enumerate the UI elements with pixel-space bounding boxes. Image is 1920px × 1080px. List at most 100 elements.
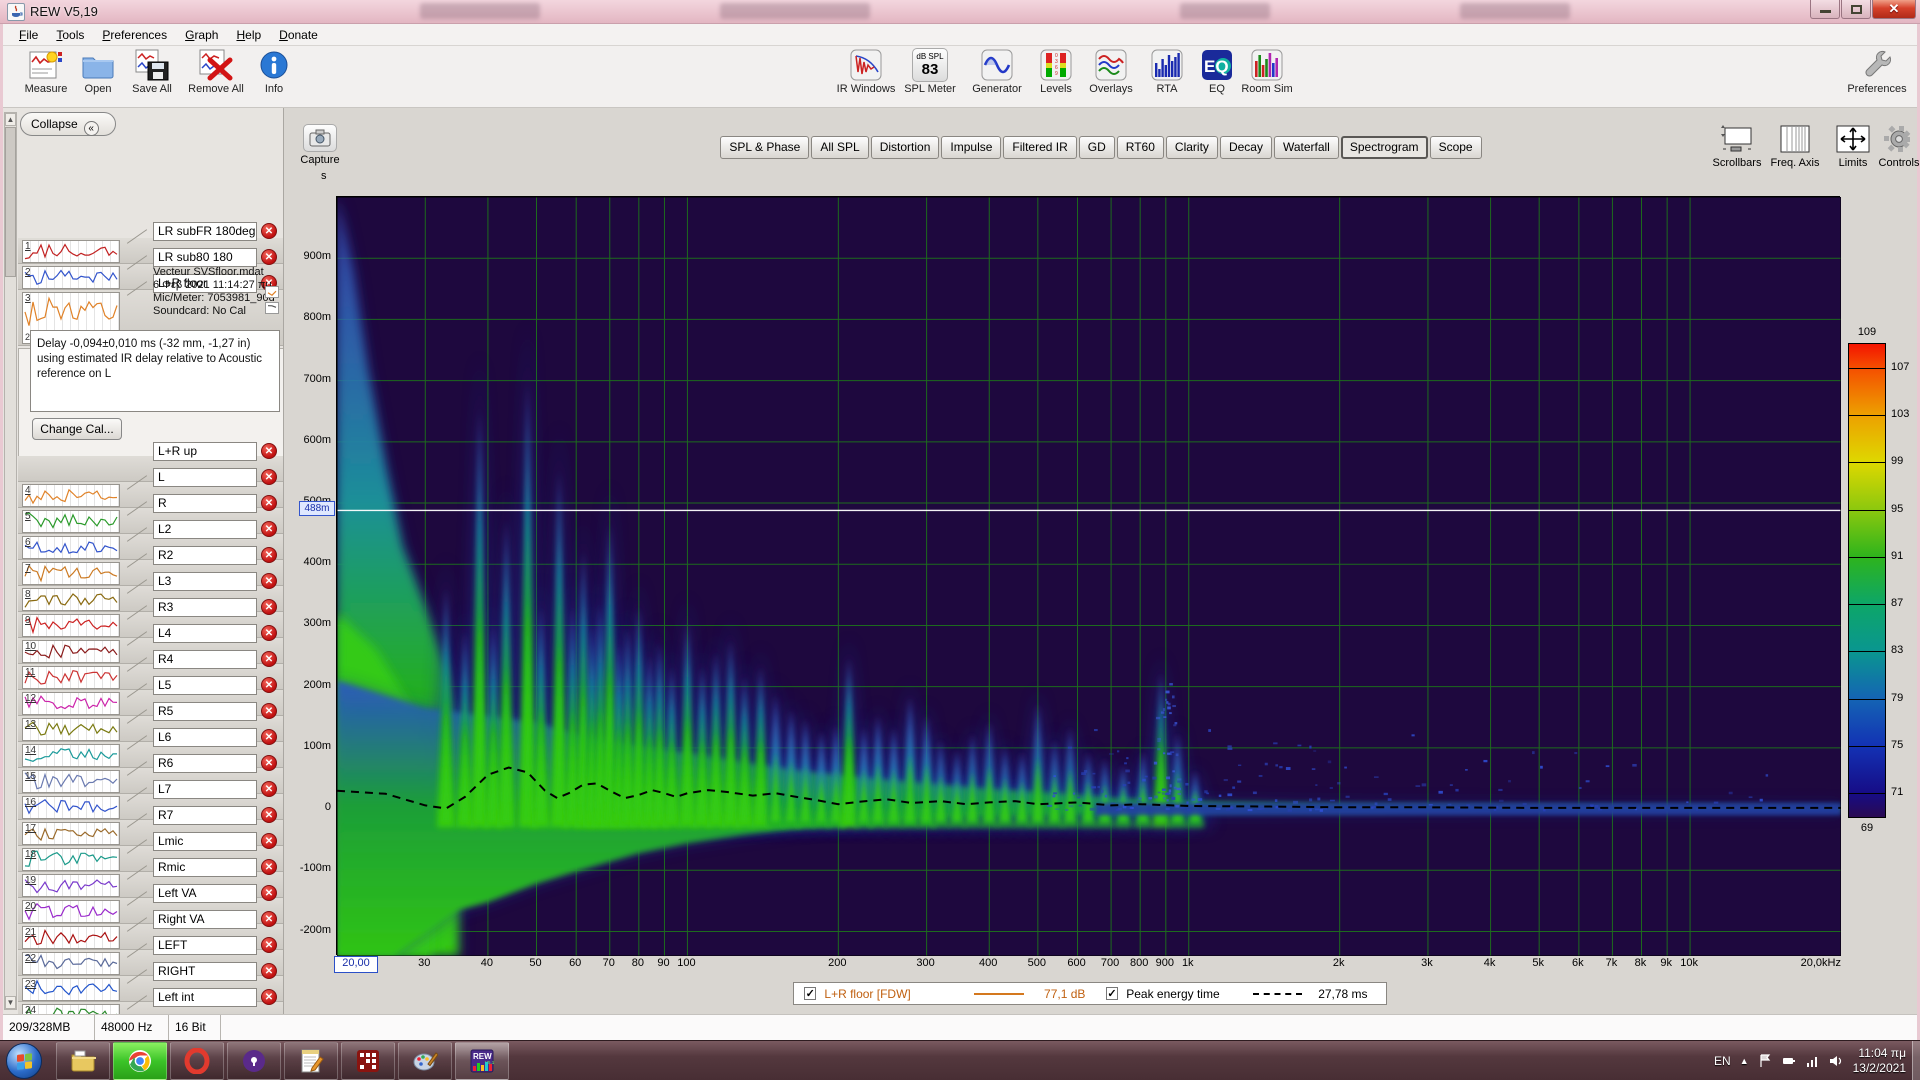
tab-distortion[interactable]: Distortion [870,136,940,159]
tab-rt60[interactable]: RT60 [1116,136,1164,159]
taskbar-app-notepad[interactable] [284,1042,338,1080]
remove-measurement-button[interactable]: ✕ [261,729,277,745]
remove-measurement-button[interactable]: ✕ [261,625,277,641]
tab-scope[interactable]: Scope [1429,136,1482,159]
hidden-icons-arrow[interactable]: ▲ [1740,1056,1749,1066]
measurement-name-field[interactable]: L+R up [153,442,257,461]
tab-impulse[interactable]: Impulse [941,136,1002,159]
menu-file[interactable]: File [11,26,46,44]
remove-measurement-button[interactable]: ✕ [261,833,277,849]
measurement-name-field[interactable]: R2 [153,546,257,565]
remove-measurement-button[interactable]: ✕ [261,781,277,797]
measurement-thumbnail[interactable]: 11 [22,666,120,689]
remove-measurement-button[interactable]: ✕ [261,989,277,1005]
trace-info-icon[interactable] [265,302,279,314]
measurement-thumbnail[interactable]: 10 [22,640,120,663]
tab-filtered-ir[interactable]: Filtered IR [1003,136,1077,159]
ir-windows-button[interactable]: IR Windows [833,46,899,95]
measurement-name-field[interactable]: Left int [153,988,257,1007]
change-cal-button[interactable]: Change Cal... [32,418,122,440]
measurement-thumbnail[interactable]: 4 [22,484,120,507]
taskbar-app-opera[interactable] [170,1042,224,1080]
taskbar-app-rew[interactable]: REW V5.1 [455,1042,509,1080]
measurement-name-field[interactable]: L5 [153,676,257,695]
remove-measurement-button[interactable]: ✕ [261,755,277,771]
remove-measurement-button[interactable]: ✕ [261,703,277,719]
menu-help[interactable]: Help [228,26,269,44]
measurement-thumbnail[interactable]: 13 [22,718,120,741]
measurement-thumbnail[interactable]: 15 [22,770,120,793]
taskbar-app-secure-browser[interactable] [227,1042,281,1080]
spectrogram-plot[interactable] [336,196,1841,956]
trace-style-icon[interactable] [265,286,279,298]
save-all-button[interactable]: Save All [119,46,185,95]
series1-checkbox[interactable]: ✓ [804,987,817,1000]
collapse-sidebar-button[interactable]: Collapse « [20,112,116,136]
remove-measurement-button[interactable]: ✕ [261,469,277,485]
remove-measurement-button[interactable]: ✕ [261,859,277,875]
measurement-thumbnail[interactable]: 6 [22,536,120,559]
measurement-thumbnail[interactable]: 16 [22,796,120,819]
measurement-thumbnail[interactable]: 12 [22,692,120,715]
freq-axis-button[interactable]: Freq. Axis [1767,124,1823,169]
spl-meter-button[interactable]: dB SPL 83 SPL Meter [897,46,963,95]
measurement-thumbnail[interactable]: 24 [22,1004,120,1014]
remove-measurement-button[interactable]: ✕ [261,885,277,901]
remove-measurement-button[interactable]: ✕ [261,495,277,511]
remove-measurement-button[interactable]: ✕ [261,521,277,537]
info-button[interactable]: Info [241,46,307,95]
measurement-thumbnail[interactable]: 21 [22,926,120,949]
taskbar-app-paint[interactable] [398,1042,452,1080]
measurement-thumbnail[interactable]: 8 [22,588,120,611]
room-sim-button[interactable]: Room Sim [1234,46,1300,95]
measurement-name-field[interactable]: L3 [153,572,257,591]
measurement-thumbnail[interactable]: 18 [22,848,120,871]
measurement-name-field[interactable]: Right VA [153,910,257,929]
tab-gd[interactable]: GD [1078,136,1115,159]
remove-measurement-button[interactable]: ✕ [261,573,277,589]
measurement-name-field[interactable]: L2 [153,520,257,539]
taskbar-app-remote-app[interactable] [341,1042,395,1080]
remove-measurement-button[interactable]: ✕ [261,547,277,563]
measurement-name-field[interactable]: R7 [153,806,257,825]
measurement-name-field[interactable]: R4 [153,650,257,669]
x-axis-min-field[interactable]: 20,00 [334,956,378,973]
tab-waterfall[interactable]: Waterfall [1273,136,1339,159]
measurement-name-field[interactable]: Rmic [153,858,257,877]
generator-button[interactable]: Generator [964,46,1030,95]
remove-measurement-button[interactable]: ✕ [261,911,277,927]
measurement-name-field[interactable]: L7 [153,780,257,799]
menu-graph[interactable]: Graph [177,26,226,44]
scrollbars-button[interactable]: Scrollbars [1709,124,1765,169]
remove-measurement-button[interactable]: ✕ [261,937,277,953]
menu-donate[interactable]: Donate [271,26,326,44]
measurement-name-field[interactable]: R [153,494,257,513]
action-center-flag-icon[interactable] [1758,1054,1772,1068]
tab-all-spl[interactable]: All SPL [811,136,869,159]
taskbar-app-chrome[interactable] [113,1042,167,1080]
measurement-name-field[interactable]: LEFT [153,936,257,955]
measurement-name-field[interactable]: Lmic [153,832,257,851]
preferences-button[interactable]: Preferences [1844,46,1910,95]
remove-all-button[interactable]: Remove All [183,46,249,95]
tab-spectrogram[interactable]: Spectrogram [1340,136,1428,159]
measurement-thumbnail[interactable]: 20 [22,900,120,923]
scroll-up-arrow[interactable]: ▲ [5,113,16,126]
remove-measurement-button[interactable]: ✕ [261,651,277,667]
measurement-name-field[interactable]: L4 [153,624,257,643]
remove-measurement-button[interactable]: ✕ [261,807,277,823]
volume-icon[interactable] [1829,1054,1844,1068]
measurement-thumbnail[interactable]: 2 [22,266,120,289]
measurement-name-field[interactable]: R6 [153,754,257,773]
language-indicator[interactable]: EN [1714,1054,1731,1068]
taskbar-app-windows-explorer[interactable] [56,1042,110,1080]
power-icon[interactable] [1781,1054,1797,1068]
measurement-thumbnail[interactable]: 22 [22,952,120,975]
maximize-button[interactable] [1841,0,1871,19]
measurement-name-field[interactable]: LR subFR 180deg [153,222,257,241]
measurement-name-field[interactable]: RIGHT [153,962,257,981]
measurement-name-field[interactable]: L6 [153,728,257,747]
measurement-thumbnail[interactable]: 7 [22,562,120,585]
remove-measurement-button[interactable]: ✕ [261,223,277,239]
series2-checkbox[interactable]: ✓ [1105,987,1119,1000]
